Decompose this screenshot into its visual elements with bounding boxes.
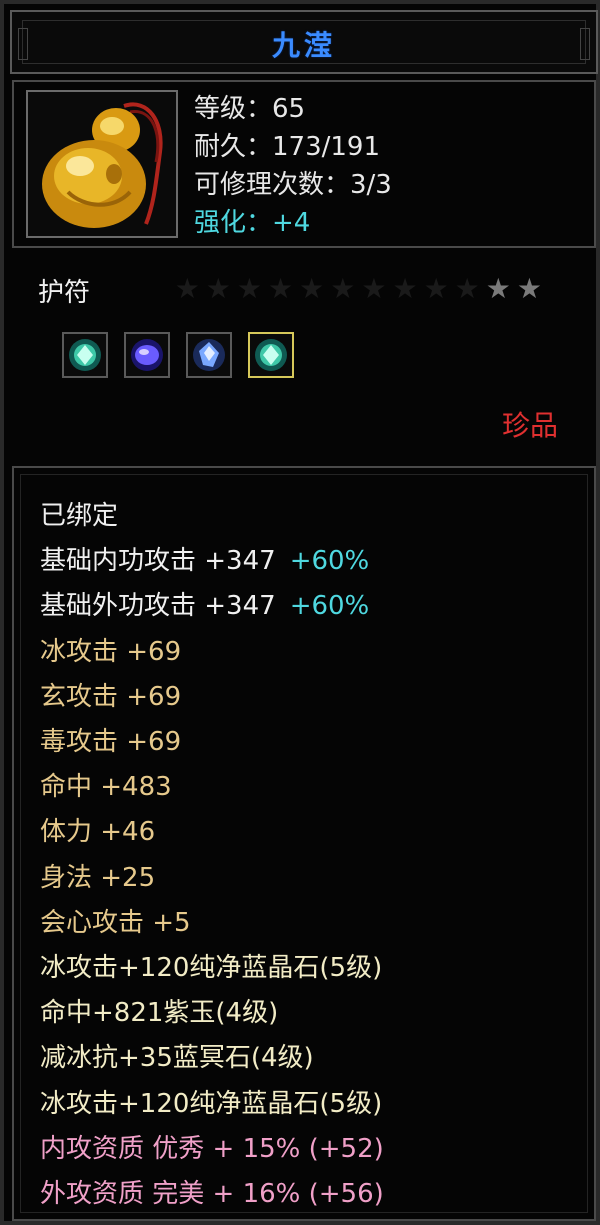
star-empty-icon: ★ [454, 272, 486, 305]
bonus-attribute: 会心攻击 +5 [40, 907, 191, 938]
attribute-list-section: 已绑定 基础内功攻击 +347 +60% 基础外功攻击 +347 +60% 冰攻击 … [12, 466, 596, 1221]
gem-slot-1[interactable] [62, 332, 108, 378]
item-type: 护符 [38, 278, 91, 308]
bonus-attribute: 玄攻击 +69 [40, 681, 182, 712]
gem-slot-2[interactable] [124, 332, 170, 378]
star-rating: ★★★★★★★★★★★★ [175, 272, 548, 305]
star-empty-icon: ★ [205, 272, 237, 305]
star-filled-icon: ★ [485, 272, 517, 305]
item-tooltip: 九滢 等级：65 耐久：173/191 可修理次数：3/3 强化：+4 护符 ★… [0, 0, 600, 1225]
item-icon-frame[interactable] [26, 90, 178, 238]
star-empty-icon: ★ [236, 272, 269, 305]
bonus-attribute: 命中 +483 [40, 772, 172, 803]
gem-attribute: 减冰抗+35蓝冥石(4级) [40, 1043, 314, 1074]
purple-jade-gem-icon [131, 339, 163, 371]
base-attribute: 基础外功攻击 +347 +60% [40, 591, 370, 622]
bonus-attribute: 身法 +25 [40, 862, 156, 893]
star-empty-icon: ★ [174, 272, 206, 305]
rarity-label: 珍品 [501, 409, 558, 442]
repair-count-stat: 可修理次数：3/3 [194, 170, 392, 200]
green-crystal-gem-icon [69, 339, 101, 371]
durability-stat: 耐久：173/191 [194, 132, 381, 162]
gem-slot-4[interactable] [248, 332, 294, 378]
bonus-attribute: 毒攻击 +69 [40, 727, 182, 758]
title-bar: 九滢 [10, 10, 598, 74]
star-empty-icon: ★ [392, 272, 424, 305]
quality-attribute: 内攻资质 优秀 + 15% (+52) [40, 1133, 384, 1164]
gem-attribute: 冰攻击+120纯净蓝晶石(5级) [40, 1088, 383, 1119]
star-empty-icon: ★ [361, 272, 393, 305]
enhance-stat: 强化：+4 [194, 208, 311, 238]
item-name: 九滢 [271, 29, 336, 62]
item-header: 等级：65 耐久：173/191 可修理次数：3/3 强化：+4 [12, 80, 596, 248]
gem-attribute: 冰攻击+120纯净蓝晶石(5级) [40, 953, 383, 984]
gem-attribute: 命中+821紫玉(4级) [40, 998, 279, 1029]
star-empty-icon: ★ [268, 272, 300, 305]
star-empty-icon: ★ [299, 272, 331, 305]
bound-status: 已绑定 [40, 501, 119, 531]
attribute-list: 已绑定 基础内功攻击 +347 +60% 基础外功攻击 +347 +60% 冰攻击 … [40, 494, 384, 1217]
green-crystal-gem-icon [255, 339, 287, 371]
item-type-section: 护符 ★★★★★★★★★★★★ 珍品 [12, 254, 596, 462]
bonus-attribute: 冰攻击 +69 [40, 636, 182, 667]
level-stat: 等级：65 [194, 94, 306, 124]
star-empty-icon: ★ [330, 272, 362, 305]
quality-attribute: 外攻资质 完美 + 16% (+56) [40, 1179, 384, 1210]
star-filled-icon: ★ [516, 272, 548, 305]
star-empty-icon: ★ [423, 272, 455, 305]
bonus-attribute: 体力 +46 [40, 817, 156, 848]
item-stats: 等级：65 耐久：173/191 可修理次数：3/3 强化：+4 [194, 90, 392, 242]
gem-slot-3[interactable] [186, 332, 232, 378]
amulet-gourd-icon [28, 92, 176, 236]
blue-crystal-gem-icon [193, 339, 225, 371]
base-attribute: 基础内功攻击 +347 +60% [40, 546, 370, 577]
